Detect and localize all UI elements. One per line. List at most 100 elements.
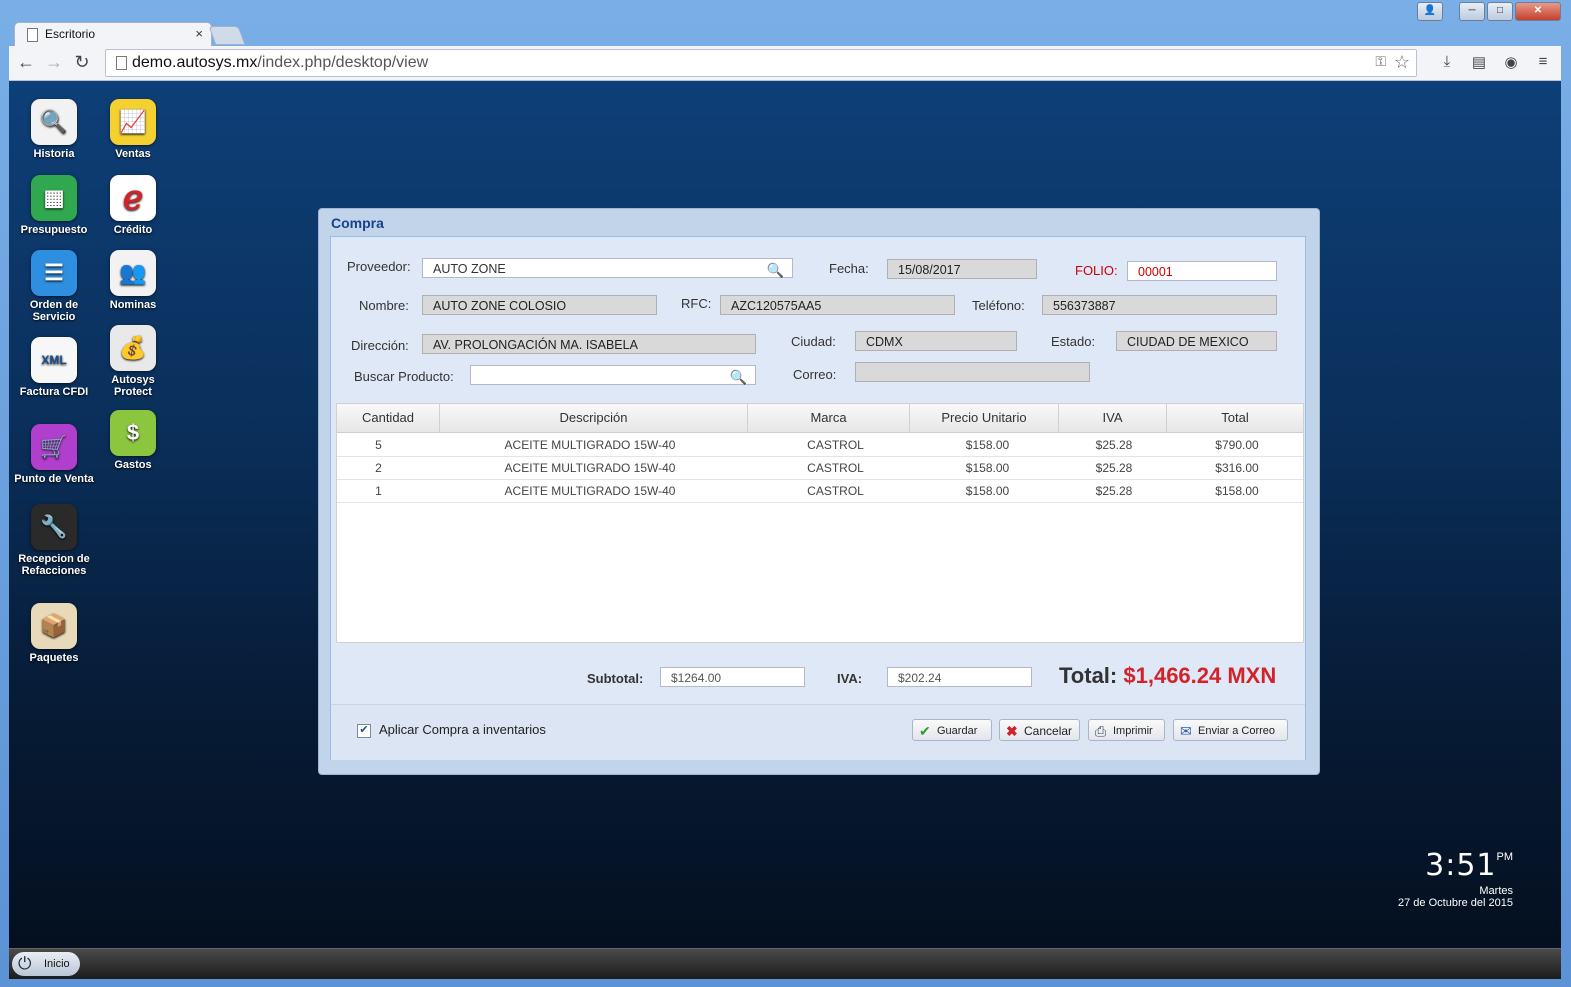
new-tab-button[interactable] bbox=[208, 26, 246, 45]
table-row[interactable]: 5 ACEITE MULTIGRADO 15W-40 CASTROL $158.… bbox=[337, 434, 1303, 457]
column-header-precio-unitario[interactable]: Precio Unitario bbox=[910, 404, 1059, 432]
search-icon[interactable]: 🔍 bbox=[730, 367, 747, 387]
browser-window: Escritorio × 👤 ─ □ ✕ ← → ↻ demo.autosys.… bbox=[0, 0, 1571, 987]
enviar-correo-button-label: Enviar a Correo bbox=[1198, 725, 1276, 737]
imprimir-button[interactable]: ⎙ Imprimir bbox=[1088, 719, 1165, 741]
start-button[interactable]: ⏻ Inicio bbox=[12, 952, 80, 976]
cell-descripcion: ACEITE MULTIGRADO 15W-40 bbox=[504, 438, 676, 452]
spreadsheet-icon: ▦ bbox=[31, 175, 77, 221]
correo-field[interactable] bbox=[855, 362, 1090, 382]
column-header-marca[interactable]: Marca bbox=[748, 404, 910, 432]
dialog-body: Proveedor: AUTO ZONE 🔍 Fecha: 15/08/2017… bbox=[330, 236, 1306, 760]
reload-icon[interactable]: ↻ bbox=[71, 52, 93, 73]
back-arrow-icon[interactable]: ← bbox=[15, 52, 37, 73]
clock-day: Martes bbox=[1479, 885, 1513, 897]
cell-total: $790.00 bbox=[1215, 438, 1259, 452]
extension-circle-icon[interactable]: ◉ bbox=[1501, 53, 1521, 73]
bandit-money-icon: 💰 bbox=[110, 325, 156, 371]
aplicar-inventarios-checkbox[interactable]: ✔ bbox=[357, 724, 371, 738]
cell-marca: CASTROL bbox=[807, 438, 864, 452]
desktop-icon-historia[interactable]: 🔍 Historia bbox=[14, 99, 94, 160]
iva-field[interactable]: $202.24 bbox=[887, 667, 1032, 687]
cell-iva: $25.28 bbox=[1095, 438, 1133, 452]
desktop-icon-label: Ventas bbox=[115, 148, 151, 160]
ciudad-label: Ciudad: bbox=[791, 334, 836, 349]
desktop-icon-credito[interactable]: ℯ Crédito bbox=[93, 175, 173, 236]
column-header-iva[interactable]: IVA bbox=[1059, 404, 1167, 432]
extension-window-icon[interactable]: ▤ bbox=[1469, 53, 1489, 73]
cell-descripcion: ACEITE MULTIGRADO 15W-40 bbox=[504, 484, 676, 498]
shopping-cart-icon: 🛒 bbox=[31, 424, 77, 470]
maximize-button[interactable]: □ bbox=[1487, 2, 1513, 21]
telefono-field[interactable]: 556373887 bbox=[1042, 295, 1277, 315]
table-row[interactable]: 2 ACEITE MULTIGRADO 15W-40 CASTROL $158.… bbox=[337, 457, 1303, 480]
iva-label: IVA: bbox=[837, 671, 863, 686]
column-header-total[interactable]: Total bbox=[1167, 404, 1303, 432]
column-header-cantidad[interactable]: Cantidad bbox=[337, 404, 440, 432]
menu-icon[interactable]: ≡ bbox=[1533, 53, 1553, 73]
desktop-icon-label: Crédito bbox=[113, 224, 153, 236]
address-bar[interactable]: demo.autosys.mx/index.php/desktop/view ⚿… bbox=[105, 49, 1417, 77]
search-icon[interactable]: 🔍 bbox=[767, 260, 784, 280]
download-icon[interactable]: ⤓ bbox=[1437, 53, 1457, 73]
desktop-icon-recepcion-refacciones[interactable]: 🔧 Recepcion de Refacciones bbox=[14, 504, 94, 577]
dialog-title[interactable]: Compra bbox=[331, 215, 384, 231]
taskbar: ⏻ Inicio bbox=[9, 948, 1561, 979]
cell-precio-unitario: $158.00 bbox=[965, 461, 1010, 475]
cell-cantidad: 2 bbox=[375, 461, 382, 475]
products-grid: Cantidad Descripción Marca Precio Unitar… bbox=[336, 403, 1304, 643]
direccion-field[interactable]: AV. PROLONGACIÓN MA. ISABELA bbox=[422, 334, 756, 354]
desktop-icon-ventas[interactable]: 📈 Ventas bbox=[93, 99, 173, 160]
desktop-clock: 3:51PM Martes 27 de Octubre del 2015 bbox=[1398, 848, 1513, 909]
document-icon: ☰ bbox=[31, 250, 77, 296]
clock-date: 27 de Octubre del 2015 bbox=[1398, 897, 1513, 909]
desktop: 🔍 Historia 📈 Ventas ▦ Presupuesto ℯ Créd… bbox=[9, 81, 1561, 948]
cell-iva: $25.28 bbox=[1095, 461, 1133, 475]
subtotal-field[interactable]: $1264.00 bbox=[660, 667, 805, 687]
estado-field[interactable]: CIUDAD DE MEXICO bbox=[1116, 331, 1277, 351]
nombre-label: Nombre: bbox=[359, 298, 409, 313]
desktop-icon-nominas[interactable]: 👥 Nominas bbox=[93, 250, 173, 311]
nombre-field[interactable]: AUTO ZONE COLOSIO bbox=[422, 295, 657, 315]
aplicar-inventarios-label[interactable]: Aplicar Compra a inventarios bbox=[379, 722, 546, 737]
enviar-correo-button[interactable]: ✉ Enviar a Correo bbox=[1173, 719, 1288, 741]
forward-arrow-icon[interactable]: → bbox=[43, 52, 65, 73]
browser-toolbar: ← → ↻ demo.autosys.mx/index.php/desktop/… bbox=[9, 46, 1561, 81]
close-window-button[interactable]: ✕ bbox=[1515, 2, 1561, 21]
folio-field[interactable]: 00001 bbox=[1127, 261, 1277, 281]
desktop-icon-autosys-protect[interactable]: 💰 Autosys Protect bbox=[93, 325, 173, 398]
minimize-button[interactable]: ─ bbox=[1459, 2, 1485, 21]
window-controls: 👤 ─ □ ✕ bbox=[1417, 2, 1561, 21]
desktop-icon-factura-cfdi[interactable]: XML Factura CFDI bbox=[14, 337, 94, 398]
desktop-icon-punto-venta[interactable]: 🛒 Punto de Venta bbox=[14, 424, 94, 485]
desktop-icon-presupuesto[interactable]: ▦ Presupuesto bbox=[14, 175, 94, 236]
tab-close-icon[interactable]: × bbox=[195, 26, 203, 41]
desktop-icon-label: Historia bbox=[33, 148, 75, 160]
key-icon[interactable]: ⚿ bbox=[1375, 53, 1386, 70]
browser-titlebar: Escritorio × 👤 ─ □ ✕ bbox=[0, 0, 1571, 47]
guardar-button-label: Guardar bbox=[937, 725, 978, 737]
desktop-icon-gastos[interactable]: $ Gastos bbox=[93, 410, 173, 471]
proveedor-field[interactable]: AUTO ZONE 🔍 bbox=[422, 258, 793, 278]
column-header-descripcion[interactable]: Descripción bbox=[440, 404, 748, 432]
proveedor-label: Proveedor: bbox=[347, 259, 411, 274]
user-profile-icon[interactable]: 👤 bbox=[1417, 2, 1443, 21]
buscar-producto-field[interactable]: 🔍 bbox=[470, 365, 756, 385]
guardar-button[interactable]: ✔ Guardar bbox=[912, 719, 992, 741]
fecha-field[interactable]: 15/08/2017 bbox=[887, 259, 1037, 279]
estado-label: Estado: bbox=[1051, 334, 1096, 349]
start-label: Inicio bbox=[44, 958, 70, 970]
imprimir-button-label: Imprimir bbox=[1113, 725, 1153, 737]
desktop-icon-label: Presupuesto bbox=[20, 224, 88, 236]
table-row[interactable]: 1 ACEITE MULTIGRADO 15W-40 CASTROL $158.… bbox=[337, 480, 1303, 503]
bookmark-star-icon[interactable]: ☆ bbox=[1394, 52, 1410, 73]
desktop-icon-orden-servicio[interactable]: ☰ Orden de Servicio bbox=[14, 250, 94, 323]
cancelar-button[interactable]: ✖ Cancelar bbox=[999, 719, 1080, 741]
x-cross-icon: ✖ bbox=[1006, 723, 1018, 739]
desktop-icon-paquetes[interactable]: 📦 Paquetes bbox=[14, 603, 94, 664]
compra-dialog: Compra Proveedor: AUTO ZONE 🔍 Fecha: 15/… bbox=[318, 208, 1320, 775]
browser-tab[interactable]: Escritorio × bbox=[14, 22, 212, 47]
cell-descripcion: ACEITE MULTIGRADO 15W-40 bbox=[504, 461, 676, 475]
ciudad-field[interactable]: CDMX bbox=[855, 331, 1017, 351]
rfc-field[interactable]: AZC120575AA5 bbox=[720, 295, 955, 315]
